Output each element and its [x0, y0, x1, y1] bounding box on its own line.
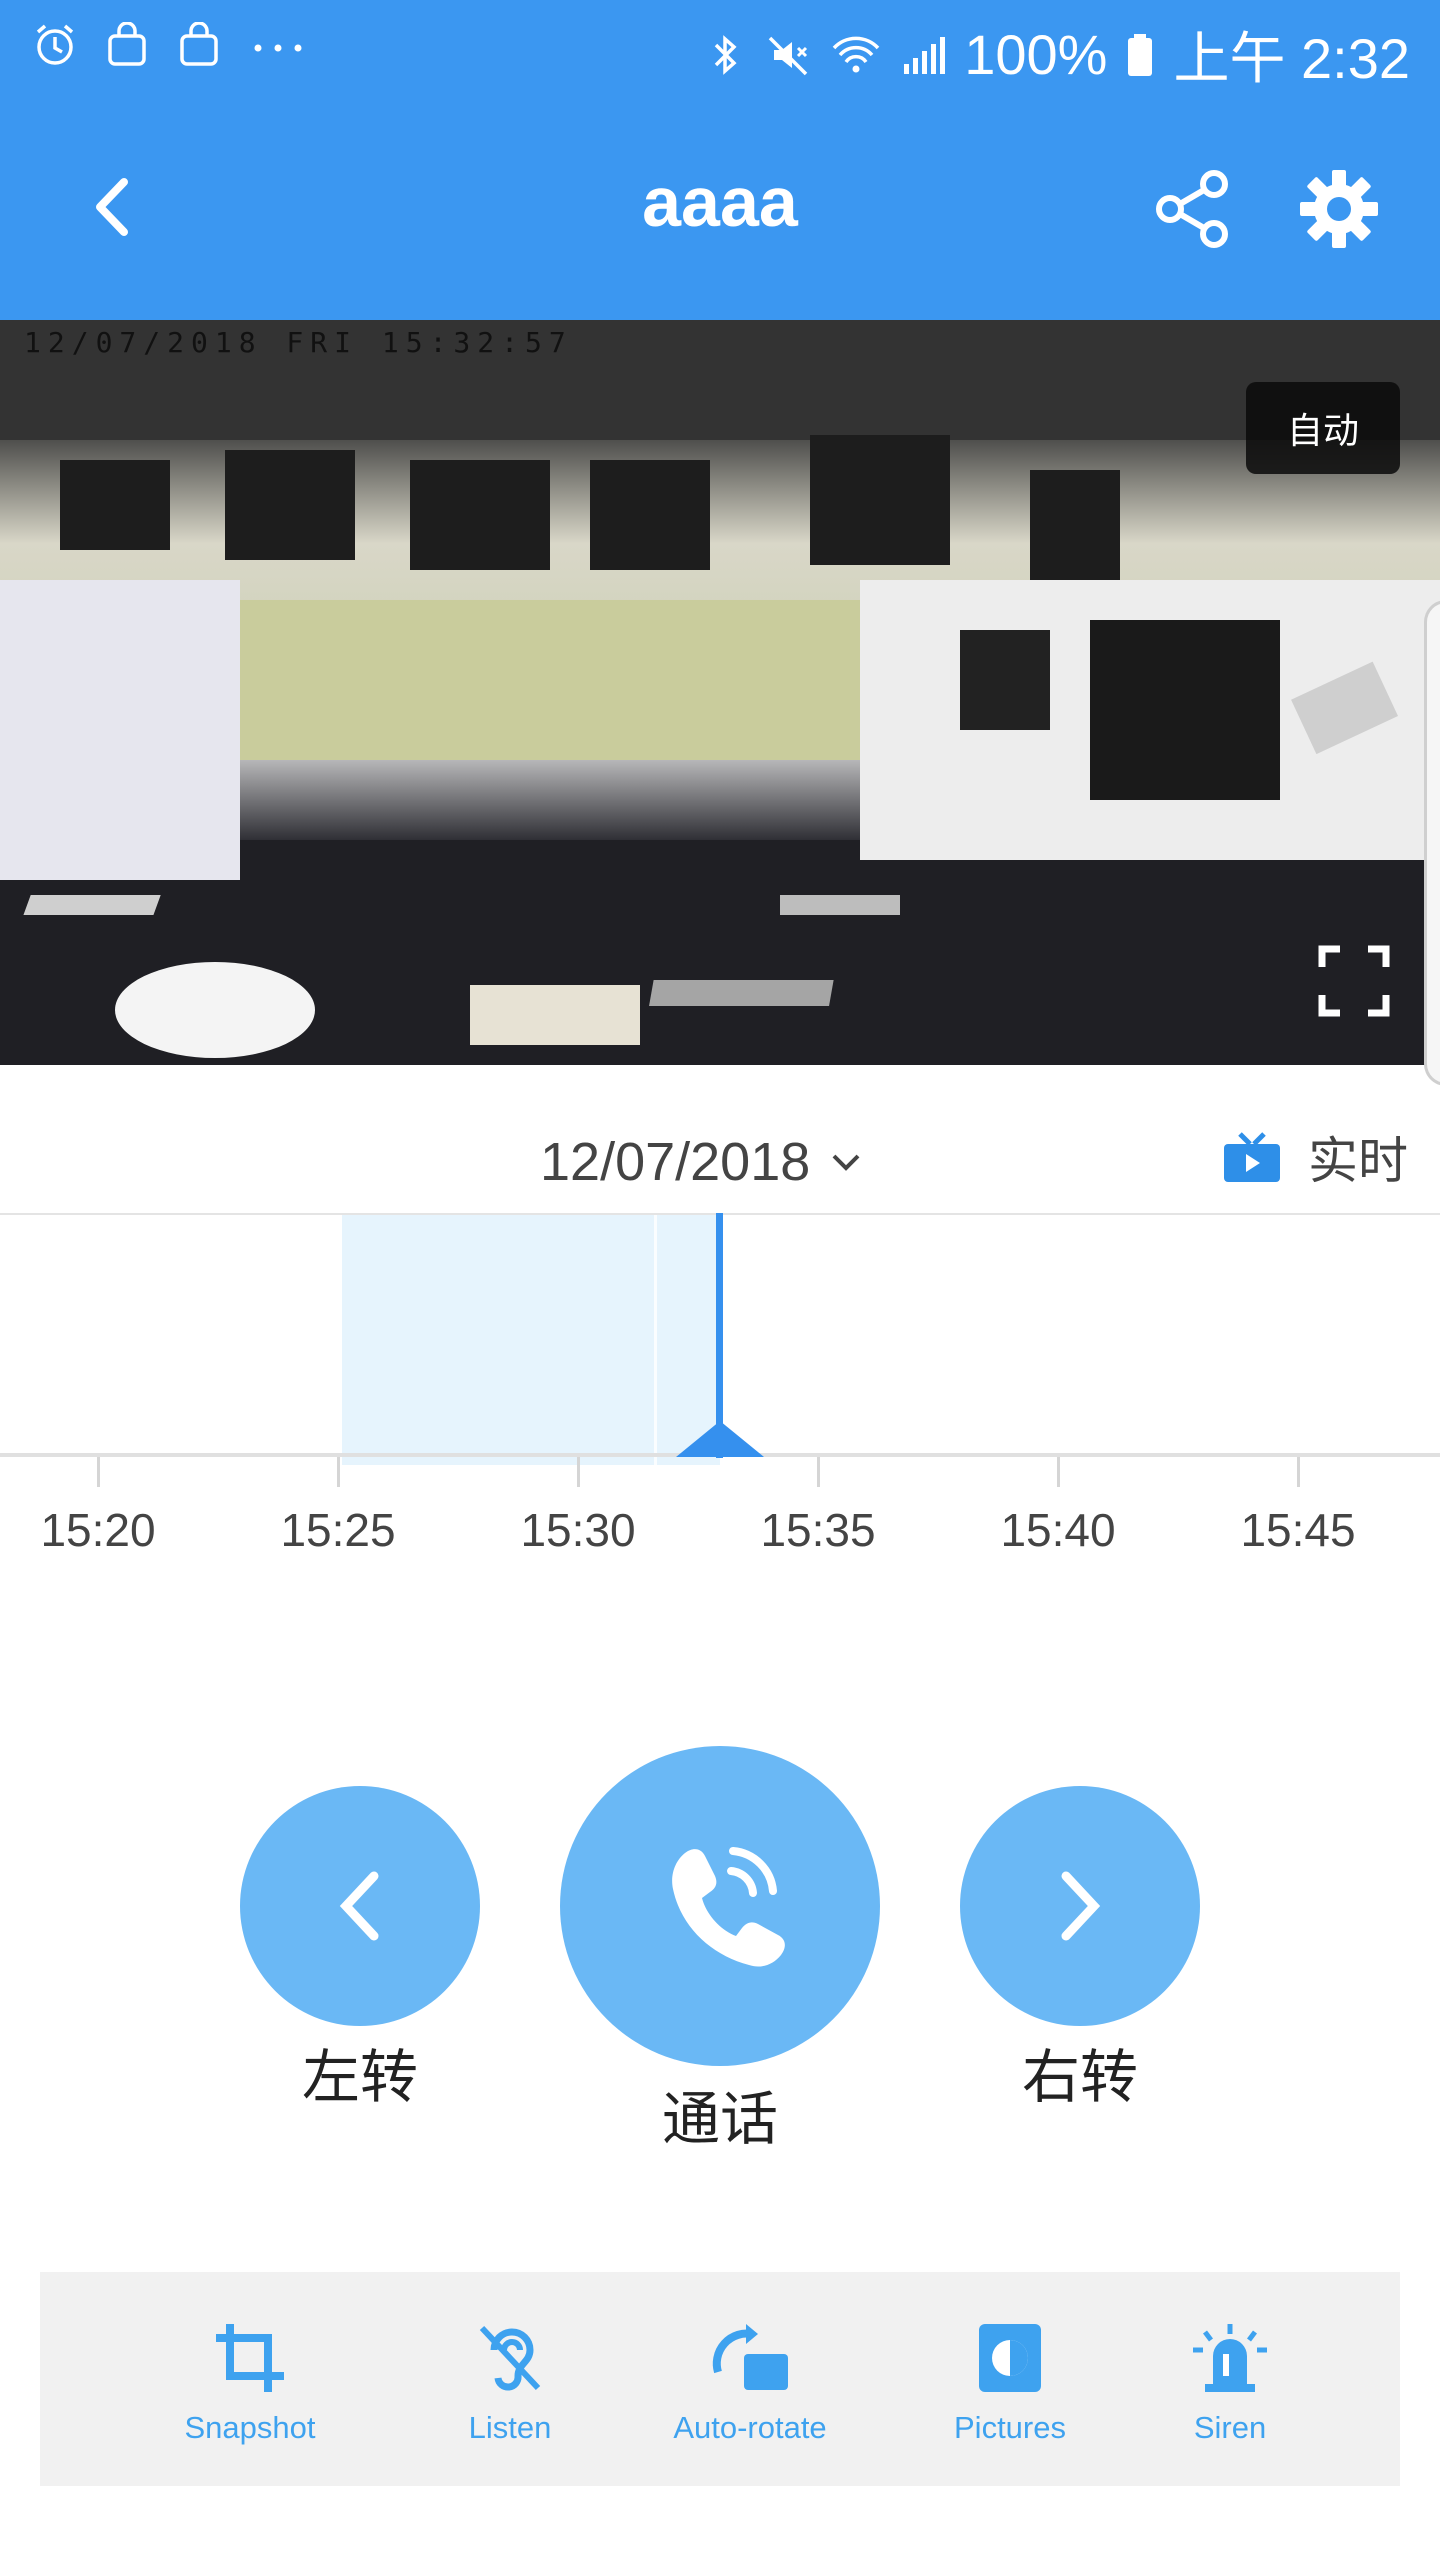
live-button[interactable]: 实时: [1222, 1121, 1408, 1193]
alarm-icon: [36, 24, 74, 65]
video-timestamp: 12/07/2018 FRI 15:32:57: [24, 326, 573, 359]
snapshot-button[interactable]: Snapshot: [130, 2272, 370, 2486]
tv-icon: [1224, 1132, 1280, 1182]
pictures-icon: [979, 2324, 1041, 2392]
bag-icon: [180, 22, 218, 66]
settings-button[interactable]: [1296, 166, 1382, 252]
chevron-left-icon: [339, 1871, 379, 1941]
signal-icon: [904, 36, 946, 74]
chevron-down-icon: [832, 1154, 860, 1171]
date-selector[interactable]: 12/07/2018: [540, 1131, 862, 1193]
siren-icon: [1193, 2324, 1267, 2392]
timeline-tick: [1297, 1457, 1300, 1487]
quality-mode-badge[interactable]: 自动: [1246, 382, 1400, 474]
timeline-tick-label: 15:20: [40, 1504, 156, 1556]
timeline[interactable]: 15:20 15:25 15:30 15:35 15:40 15:45: [0, 1213, 1440, 1556]
live-label: 实时: [1308, 1132, 1408, 1190]
wifi-icon: [832, 36, 880, 72]
ear-icon: [479, 2325, 541, 2391]
listen-button[interactable]: Listen: [400, 2272, 620, 2486]
timeline-tick: [1057, 1457, 1060, 1487]
timeline-tick: [817, 1457, 820, 1487]
share-button[interactable]: [1150, 166, 1236, 252]
status-bar: 100% 上午 2:32: [0, 0, 1440, 100]
timeline-tick-label: 15:45: [1240, 1504, 1356, 1556]
pictures-button[interactable]: Pictures: [900, 2272, 1120, 2486]
segment-divider: [654, 1215, 657, 1465]
camera-video-view[interactable]: 12/07/2018 FRI 15:32:57 自动: [0, 320, 1440, 1065]
timeline-tick-label: 15:30: [520, 1504, 636, 1556]
fullscreen-icon[interactable]: [1318, 945, 1390, 1017]
tools-bar: Snapshot Listen Auto-rotate Pictures Sir…: [40, 2272, 1400, 2486]
side-scroll-handle[interactable]: [1424, 600, 1440, 1086]
bag-icon: [108, 22, 146, 66]
battery-percent: 100%: [964, 23, 1108, 86]
auto-rotate-label: Auto-rotate: [673, 2410, 827, 2445]
clock: 上午 2:32: [1173, 27, 1410, 90]
turn-right-button[interactable]: [960, 1786, 1200, 2026]
date-text: 12/07/2018: [540, 1132, 811, 1192]
timeline-tick-label: 15:40: [1000, 1504, 1116, 1556]
turn-right-label: 右转: [1021, 2043, 1138, 2111]
battery-icon: [1128, 33, 1153, 76]
timeline-tick: [97, 1457, 100, 1487]
rotate-icon: [712, 2324, 788, 2390]
talk-label: 通话: [661, 2085, 778, 2153]
timeline-tick: [577, 1457, 580, 1487]
siren-label: Siren: [1193, 2410, 1267, 2445]
turn-left-label: 左转: [301, 2043, 418, 2111]
phone-icon: [672, 1847, 785, 1967]
auto-rotate-button[interactable]: Auto-rotate: [620, 2272, 880, 2486]
mute-icon: [768, 36, 808, 75]
talk-button[interactable]: [560, 1746, 880, 2066]
timeline-tick: [337, 1457, 340, 1487]
pictures-label: Pictures: [954, 2410, 1066, 2445]
bluetooth-icon: [714, 34, 737, 75]
snapshot-label: Snapshot: [184, 2410, 316, 2445]
listen-label: Listen: [468, 2410, 552, 2445]
chevron-right-icon: [1061, 1871, 1101, 1941]
crop-icon: [216, 2324, 284, 2392]
app-bar: aaaa: [0, 100, 1440, 320]
timeline-tick-label: 15:35: [760, 1504, 876, 1556]
timeline-tick-label: 15:25: [280, 1504, 396, 1556]
timeline-cursor-handle[interactable]: [676, 1421, 764, 1457]
recorded-segment[interactable]: [342, 1215, 720, 1465]
turn-left-button[interactable]: [240, 1786, 480, 2026]
playback-date-row: 12/07/2018 实时: [0, 1065, 1440, 1215]
more-icon: [254, 44, 302, 52]
camera-scene-image: [0, 320, 1440, 1065]
siren-button[interactable]: Siren: [1130, 2272, 1330, 2486]
